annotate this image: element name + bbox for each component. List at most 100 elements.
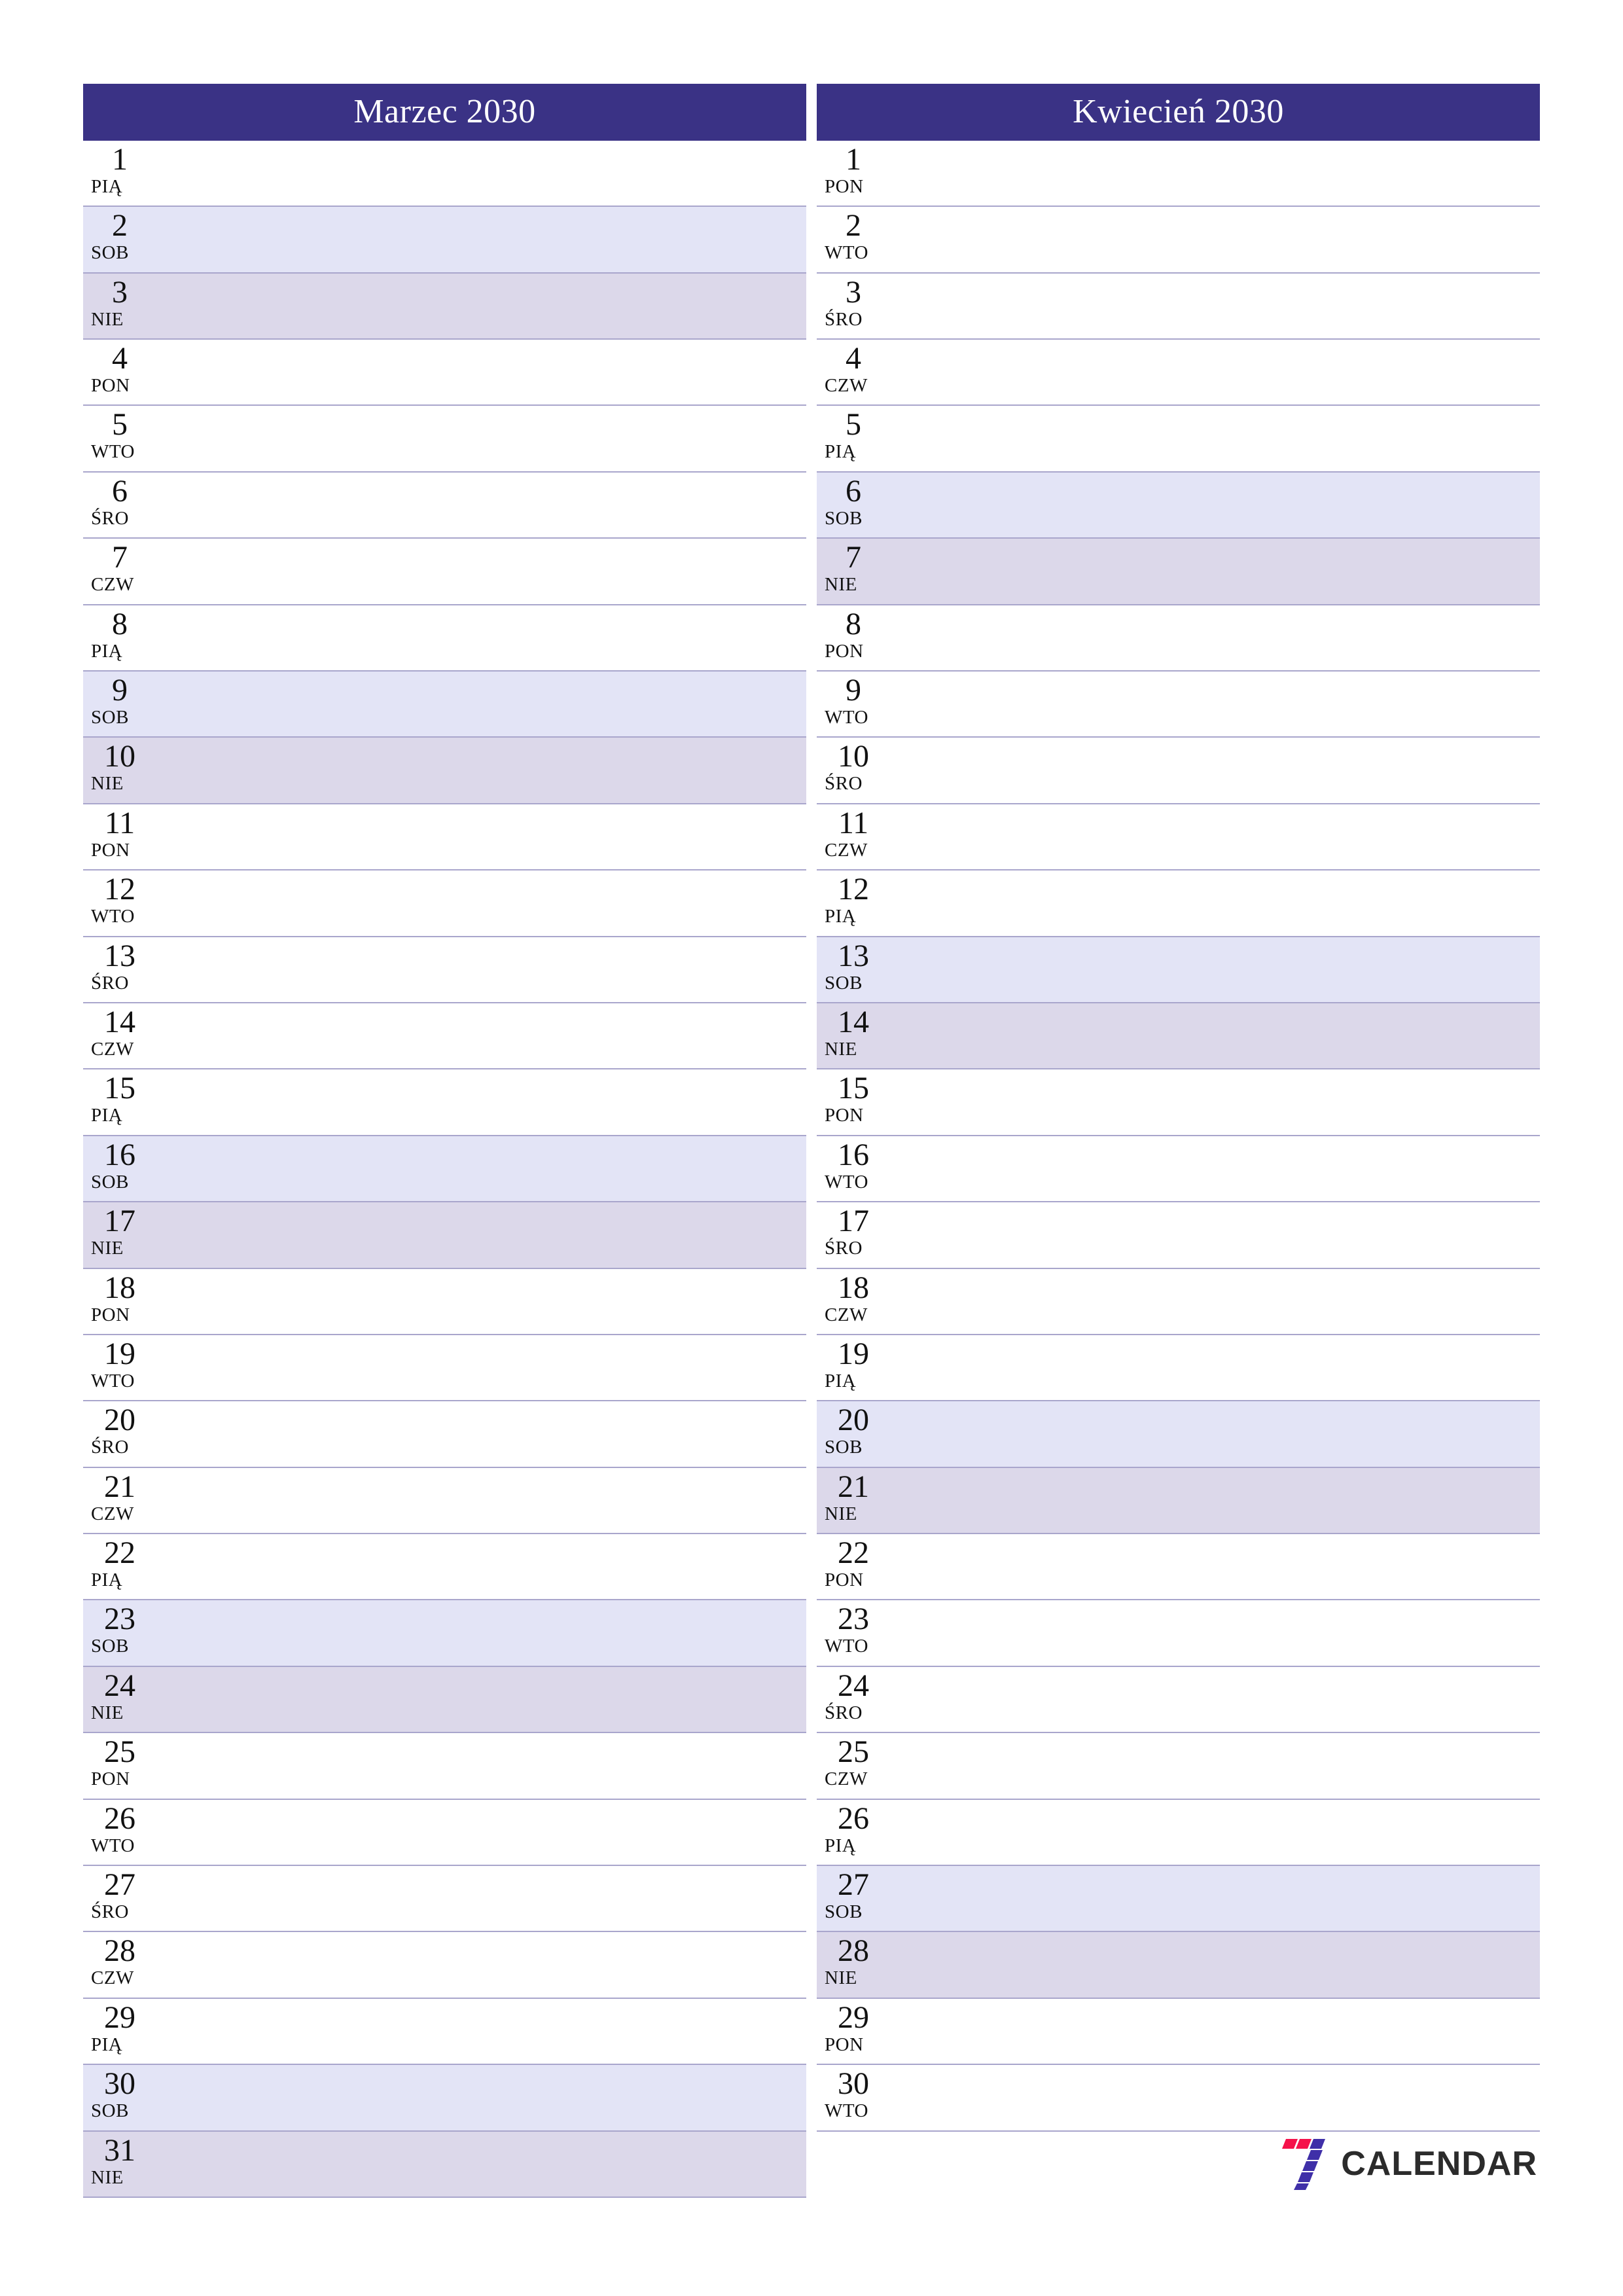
day-weekday-abbr: ŚRO	[825, 1702, 863, 1723]
day-cell[interactable]: 8 PIĄ	[83, 605, 806, 672]
day-weekday-abbr: NIE	[91, 1702, 124, 1723]
day-weekday-abbr: NIE	[825, 574, 857, 596]
day-number: 29	[104, 2000, 135, 2035]
day-weekday-abbr: WTO	[91, 1370, 135, 1391]
day-weekday-abbr: NIE	[91, 2166, 124, 2188]
day-cell[interactable]: 2 SOB	[83, 207, 806, 274]
day-cell[interactable]: 24 ŚRO	[817, 1666, 1540, 1734]
day-cell[interactable]: 30 SOB	[83, 2065, 806, 2132]
day-cell[interactable]: 4 CZW	[817, 340, 1540, 406]
day-number: 24	[104, 1668, 135, 1703]
day-cell[interactable]: 29 PIĄ	[83, 1998, 806, 2066]
day-weekday-abbr: NIE	[91, 1238, 124, 1259]
day-number: 6	[112, 473, 128, 509]
day-cell[interactable]: 18 CZW	[817, 1268, 1540, 1335]
day-cell[interactable]: 28 NIE	[817, 1932, 1540, 1999]
day-number: 21	[838, 1469, 869, 1504]
day-cell[interactable]: 12 PIĄ	[817, 870, 1540, 937]
day-cell[interactable]: 4 PON	[83, 340, 806, 406]
day-cell[interactable]: 14 CZW	[83, 1003, 806, 1070]
day-weekday-abbr: PIĄ	[91, 1570, 123, 1591]
day-cell[interactable]: 27 ŚRO	[83, 1866, 806, 1933]
day-cell[interactable]: 14 NIE	[817, 1003, 1540, 1070]
day-cell[interactable]: 3 ŚRO	[817, 273, 1540, 340]
day-cell[interactable]: 31 NIE	[83, 2131, 806, 2198]
day-weekday-abbr: WTO	[91, 906, 135, 927]
day-number: 4	[112, 341, 128, 376]
day-cell[interactable]: 1 PIĄ	[83, 140, 806, 207]
day-cell[interactable]: 7 NIE	[817, 539, 1540, 605]
day-weekday-abbr: NIE	[825, 1967, 857, 1989]
day-number: 12	[104, 872, 135, 907]
day-cell[interactable]: 21 CZW	[83, 1467, 806, 1535]
day-number: 12	[838, 872, 869, 907]
day-cell[interactable]: 17 NIE	[83, 1202, 806, 1269]
day-cell[interactable]: 29 PON	[817, 1998, 1540, 2066]
day-cell[interactable]: 20 ŚRO	[83, 1401, 806, 1468]
day-cell[interactable]: 30 WTO	[817, 2065, 1540, 2132]
day-cell[interactable]: 12 WTO	[83, 870, 806, 937]
day-cell[interactable]: 9 WTO	[817, 672, 1540, 738]
day-cell[interactable]: 19 WTO	[83, 1335, 806, 1402]
day-cell[interactable]: 21 NIE	[817, 1467, 1540, 1535]
day-cell[interactable]: 1 PON	[817, 140, 1540, 207]
day-cell[interactable]: 11 PON	[83, 804, 806, 871]
day-cell[interactable]: 25 PON	[83, 1733, 806, 1800]
day-cell[interactable]: 6 SOB	[817, 472, 1540, 539]
day-cell[interactable]: 17 ŚRO	[817, 1202, 1540, 1269]
day-number: 13	[838, 938, 869, 973]
day-cell[interactable]: 23 SOB	[83, 1600, 806, 1667]
planner-page: Marzec 2030 1 PIĄ 2 SOB 3 NIE 4 PON 5 WTO 6 ŚRO 7 CZW…	[0, 0, 1623, 2296]
day-cell[interactable]: 8 PON	[817, 605, 1540, 672]
day-weekday-abbr: ŚRO	[825, 308, 863, 330]
day-weekday-abbr: PON	[91, 1768, 130, 1790]
day-cell[interactable]: 28 CZW	[83, 1932, 806, 1999]
day-cell[interactable]: 26 WTO	[83, 1799, 806, 1867]
day-cell[interactable]: 5 WTO	[83, 406, 806, 473]
day-cell[interactable]: 9 SOB	[83, 672, 806, 738]
day-cell[interactable]: 11 CZW	[817, 804, 1540, 871]
day-cell[interactable]: 23 WTO	[817, 1600, 1540, 1667]
month-title-april: Kwiecień 2030	[817, 84, 1540, 141]
day-number: 27	[104, 1867, 135, 1903]
day-number: 21	[104, 1469, 135, 1504]
day-weekday-abbr: WTO	[825, 1636, 869, 1657]
day-number: 20	[838, 1403, 869, 1438]
month-title-march: Marzec 2030	[83, 84, 806, 141]
day-cell[interactable]: 7 CZW	[83, 539, 806, 605]
day-number: 28	[104, 1933, 135, 1969]
day-rows-march: 1 PIĄ 2 SOB 3 NIE 4 PON 5 WTO 6 ŚRO 7 CZW 8 PIĄ 9 SOB 10 NI…	[83, 140, 806, 2198]
day-number: 24	[838, 1668, 869, 1703]
day-cell[interactable]: 15 PIĄ	[83, 1069, 806, 1136]
day-weekday-abbr: PIĄ	[91, 175, 123, 197]
day-number: 26	[104, 1801, 135, 1836]
day-weekday-abbr: CZW	[825, 375, 868, 397]
day-cell[interactable]: 2 WTO	[817, 207, 1540, 274]
day-cell[interactable]: 16 SOB	[83, 1136, 806, 1203]
day-cell[interactable]: 13 SOB	[817, 937, 1540, 1003]
day-cell[interactable]: 19 PIĄ	[817, 1335, 1540, 1402]
day-cell[interactable]: 18 PON	[83, 1268, 806, 1335]
day-cell[interactable]: 10 ŚRO	[817, 738, 1540, 804]
day-cell[interactable]: 10 NIE	[83, 738, 806, 804]
day-weekday-abbr: PIĄ	[825, 906, 857, 927]
day-cell[interactable]: 6 ŚRO	[83, 472, 806, 539]
day-number: 13	[104, 938, 135, 973]
day-weekday-abbr: SOB	[825, 1437, 863, 1458]
day-cell[interactable]: 22 PIĄ	[83, 1534, 806, 1601]
day-cell[interactable]: 24 NIE	[83, 1666, 806, 1734]
day-cell[interactable]: 13 ŚRO	[83, 937, 806, 1003]
day-weekday-abbr: PON	[91, 839, 130, 861]
day-cell[interactable]: 15 PON	[817, 1069, 1540, 1136]
day-cell[interactable]: 3 NIE	[83, 273, 806, 340]
day-cell[interactable]: 25 CZW	[817, 1733, 1540, 1800]
day-cell[interactable]: 16 WTO	[817, 1136, 1540, 1203]
day-cell[interactable]: 26 PIĄ	[817, 1799, 1540, 1867]
day-cell[interactable]: 20 SOB	[817, 1401, 1540, 1468]
day-weekday-abbr: CZW	[825, 1768, 868, 1790]
day-weekday-abbr: NIE	[825, 1503, 857, 1524]
day-cell[interactable]: 22 PON	[817, 1534, 1540, 1601]
day-cell[interactable]: 27 SOB	[817, 1866, 1540, 1933]
day-cell[interactable]: 5 PIĄ	[817, 406, 1540, 473]
day-number: 2	[112, 208, 128, 243]
